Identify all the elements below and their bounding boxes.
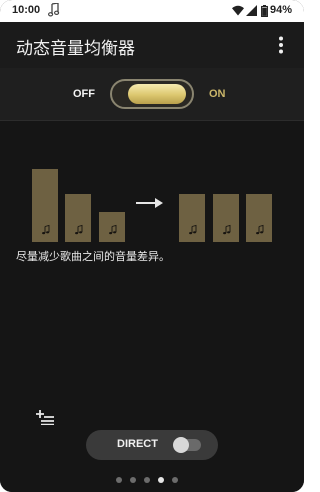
page-dot[interactable] <box>172 477 178 483</box>
bar-before-2 <box>65 194 91 242</box>
app-bar: 动态音量均衡器 <box>0 22 304 68</box>
equalizer-toggle[interactable] <box>110 79 194 109</box>
page-indicator <box>115 476 189 484</box>
bar-after-3 <box>246 194 272 242</box>
off-label: OFF <box>73 88 95 100</box>
direct-toggle-thumb[interactable] <box>173 437 189 453</box>
volume-leveling-illustration <box>32 169 272 242</box>
music-note-icon <box>48 3 60 17</box>
page-dot[interactable] <box>130 477 136 483</box>
battery-icon <box>261 5 268 17</box>
page-dot[interactable] <box>116 477 122 483</box>
page-title: 动态音量均衡器 <box>16 39 135 59</box>
page-dot[interactable] <box>144 477 150 483</box>
status-time: 10:00 <box>12 4 41 16</box>
app-screen: 10:00 94% 动态音量均衡器 OFF ON 尽量减少歌曲之间的音量差异。 … <box>0 0 304 492</box>
direct-button[interactable]: DIRECT <box>86 430 218 460</box>
equalizer-switch-row: OFF ON <box>0 68 304 121</box>
status-bar: 10:00 94% <box>0 0 304 22</box>
arrow-right-icon <box>136 198 163 208</box>
direct-label: DIRECT <box>117 438 158 450</box>
feature-description: 尽量减少歌曲之间的音量差异。 <box>16 250 170 263</box>
more-vert-icon[interactable] <box>270 34 292 56</box>
equalizer-toggle-thumb[interactable] <box>128 84 186 104</box>
signal-icon <box>246 5 257 16</box>
bars-after <box>179 194 272 242</box>
direct-toggle[interactable] <box>173 437 201 453</box>
battery-percent: 94% <box>270 4 293 16</box>
on-label: ON <box>209 88 226 100</box>
page-dot-active[interactable] <box>158 477 164 483</box>
bar-after-1 <box>179 194 205 242</box>
playlist-add-icon[interactable] <box>35 409 55 425</box>
bars-before <box>32 169 125 242</box>
bar-after-2 <box>213 194 239 242</box>
wifi-icon <box>232 5 244 16</box>
